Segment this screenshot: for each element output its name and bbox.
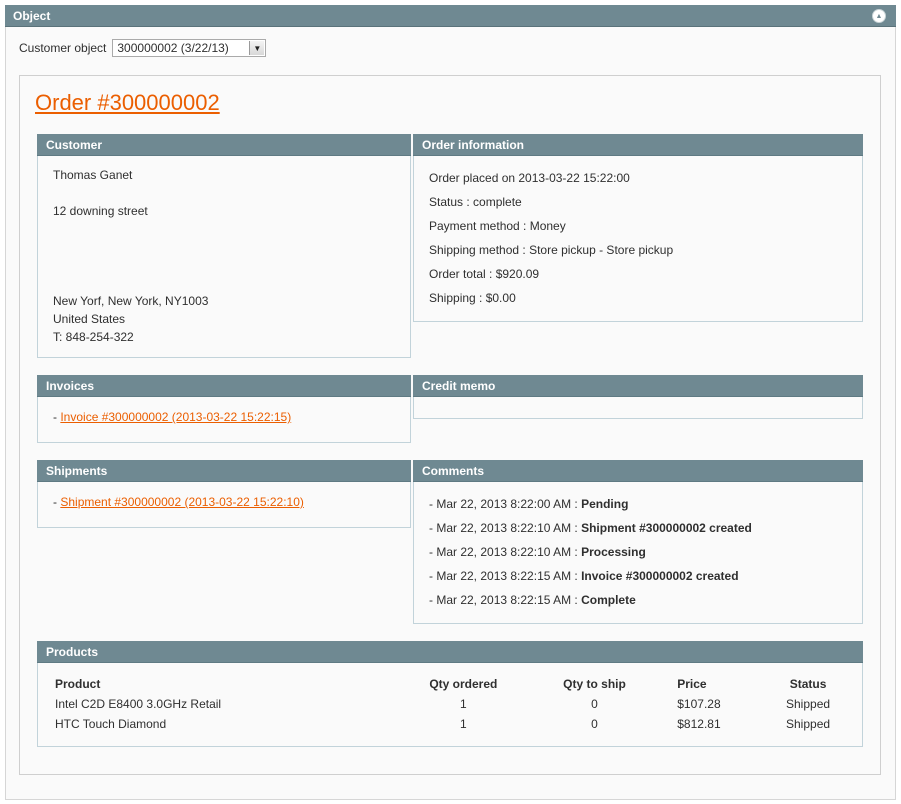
shipping-cost: Shipping : $0.00	[429, 291, 516, 305]
chevron-down-icon[interactable]: ▼	[249, 41, 265, 55]
object-section-header: Object ▲	[5, 5, 896, 27]
comment-item: - Mar 22, 2013 8:22:10 AM : Processing	[429, 540, 847, 564]
customer-street: 12 downing street	[53, 204, 148, 218]
qty-to-ship: 0	[591, 697, 598, 711]
comment-date: - Mar 22, 2013 8:22:15 AM :	[429, 593, 582, 607]
customer-name: Thomas Ganet	[53, 168, 133, 182]
order-total: Order total : $920.09	[429, 267, 540, 281]
customer-object-label: Customer object	[19, 41, 107, 55]
comments-panel: Comments - Mar 22, 2013 8:22:00 AM : Pen…	[413, 460, 863, 624]
col-product: Product	[55, 677, 101, 691]
credit-memo-panel: Credit memo	[413, 375, 863, 419]
shipments-panel: Shipments - Shipment #300000002 (2013-03…	[37, 460, 411, 528]
customer-country: United States	[53, 312, 126, 326]
qty-to-ship: 0	[591, 717, 598, 731]
list-item: - Shipment #300000002 (2013-03-22 15:22:…	[53, 493, 395, 511]
products-panel: Products Product Qty ordered Qty to ship…	[37, 641, 863, 747]
comment-item: - Mar 22, 2013 8:22:10 AM : Shipment #30…	[429, 516, 847, 540]
comment-item: - Mar 22, 2013 8:22:00 AM : Pending	[429, 492, 847, 516]
comment-text: Invoice #300000002 created	[581, 569, 739, 583]
table-header-row: Product Qty ordered Qty to ship Price St…	[55, 674, 845, 694]
col-qty-ordered: Qty ordered	[429, 677, 498, 691]
status: Shipped	[786, 697, 831, 711]
invoice-link[interactable]: Invoice #300000002 (2013-03-22 15:22:15)	[60, 410, 291, 424]
order-title-link[interactable]: Order #300000002	[35, 90, 220, 116]
section-title: Object	[13, 9, 51, 23]
comment-text: Shipment #300000002 created	[581, 521, 752, 535]
col-price: Price	[677, 677, 707, 691]
invoices-panel-title: Invoices	[37, 375, 411, 397]
shipments-panel-title: Shipments	[37, 460, 411, 482]
comment-text: Pending	[581, 497, 629, 511]
customer-phone: T: 848-254-322	[53, 330, 134, 344]
customer-object-row: Customer object 300000002 (3/22/13) ▼	[19, 39, 267, 57]
customer-object-value: 300000002 (3/22/13)	[117, 41, 229, 55]
comment-text: Complete	[581, 593, 636, 607]
comments-panel-title: Comments	[413, 460, 863, 482]
list-item: - Invoice #300000002 (2013-03-22 15:22:1…	[53, 408, 395, 426]
comment-item: - Mar 22, 2013 8:22:15 AM : Complete	[429, 588, 847, 612]
comment-item: - Mar 22, 2013 8:22:15 AM : Invoice #300…	[429, 564, 847, 588]
qty-ordered: 1	[459, 717, 467, 731]
qty-ordered: 1	[459, 697, 467, 711]
customer-object-select[interactable]: 300000002 (3/22/13) ▼	[112, 39, 267, 57]
price: $107.28	[677, 697, 721, 711]
order-info-panel: Order information Order placed on 2013-0…	[413, 134, 863, 322]
table-row: HTC Touch Diamond 1 0 $812.81 Shipped	[55, 714, 845, 734]
invoices-panel: Invoices - Invoice #300000002 (2013-03-2…	[37, 375, 411, 443]
order-status: Status : complete	[429, 195, 522, 209]
page: Object ▲ Customer object 300000002 (3/22…	[0, 0, 901, 804]
products-panel-title: Products	[37, 641, 863, 663]
table-row: Intel C2D E8400 3.0GHz Retail 1 0 $107.2…	[55, 694, 845, 714]
comment-date: - Mar 22, 2013 8:22:10 AM :	[429, 545, 582, 559]
customer-city: New Yorf, New York, NY1003	[53, 294, 209, 308]
col-status: Status	[789, 677, 827, 691]
col-qty-to-ship: Qty to ship	[563, 677, 626, 691]
order-placed: Order placed on 2013-03-22 15:22:00	[429, 171, 630, 185]
shipping-method: Shipping method : Store pickup - Store p…	[429, 243, 674, 257]
order-info-panel-title: Order information	[413, 134, 863, 156]
chevron-up-icon: ▲	[875, 12, 883, 20]
comment-date: - Mar 22, 2013 8:22:00 AM :	[429, 497, 582, 511]
payment-method: Payment method : Money	[429, 219, 566, 233]
collapse-button[interactable]: ▲	[872, 9, 886, 23]
shipment-link[interactable]: Shipment #300000002 (2013-03-22 15:22:10…	[60, 495, 304, 509]
product-name: HTC Touch Diamond	[55, 717, 167, 731]
comment-date: - Mar 22, 2013 8:22:15 AM :	[429, 569, 582, 583]
products-table: Product Qty ordered Qty to ship Price St…	[55, 674, 845, 734]
price: $812.81	[677, 717, 721, 731]
credit-memo-panel-title: Credit memo	[413, 375, 863, 397]
customer-panel: Customer Thomas Ganet 12 downing street …	[37, 134, 411, 358]
status: Shipped	[786, 717, 831, 731]
customer-panel-title: Customer	[37, 134, 411, 156]
product-name: Intel C2D E8400 3.0GHz Retail	[55, 697, 222, 711]
comment-text: Processing	[581, 545, 646, 559]
comment-date: - Mar 22, 2013 8:22:10 AM :	[429, 521, 582, 535]
